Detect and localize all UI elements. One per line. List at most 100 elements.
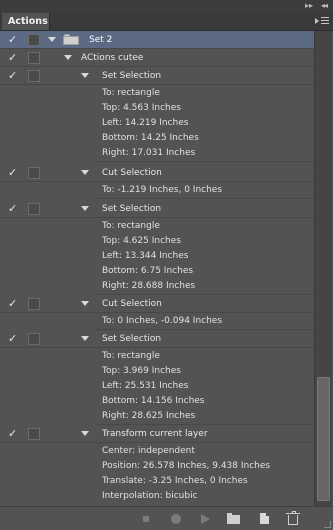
toggle-dialog-box[interactable] [28, 203, 40, 215]
action-step-row[interactable]: ✓ Set Selection [0, 67, 314, 85]
menu-arrow-icon [315, 18, 319, 24]
step-detail-text: Left: 13.344 Inches [102, 251, 189, 261]
play-icon[interactable] [198, 512, 212, 526]
panel-header-strip: ▸▸ ◂◂ [0, 0, 333, 13]
expand-triangle-icon[interactable] [81, 170, 89, 175]
menu-line-icon [321, 23, 329, 24]
toggle-dialog-box[interactable] [28, 52, 40, 64]
step-detail-text: Center: independent [102, 446, 195, 456]
expand-triangle-icon[interactable] [81, 206, 89, 211]
action-step-row[interactable]: ✓ Set Selection [0, 200, 314, 218]
action-set-row[interactable]: ✓ Set 2 [0, 31, 314, 49]
step-detail: To: rectangle [96, 219, 314, 234]
close-panel-icon[interactable]: ▸▸ [305, 1, 313, 10]
step-detail: To: rectangle [96, 86, 314, 101]
step-detail-text: Right: 28.625 Inches [102, 411, 196, 421]
step-detail: Top: 4.625 Inches [96, 234, 314, 249]
panel-menu-icon[interactable] [315, 15, 329, 27]
step-detail-text: Top: 4.563 Inches [102, 103, 181, 113]
expand-triangle-icon[interactable] [81, 73, 89, 78]
folder-icon [63, 34, 81, 45]
step-detail-text: Left: 25.531 Inches [102, 381, 189, 391]
step-detail-text: Translate: -3.25 Inches, 0 Inches [102, 476, 248, 486]
toggle-dialog-box[interactable] [28, 34, 40, 46]
step-detail-text: Top: 3.969 Inches [102, 366, 181, 376]
step-detail: Top: 4.563 Inches [96, 101, 314, 116]
expand-triangle-icon[interactable] [64, 55, 72, 60]
step-detail: Center: independent [96, 444, 314, 459]
expand-triangle-icon[interactable] [48, 37, 56, 42]
toggle-item-check-icon[interactable]: ✓ [8, 298, 20, 310]
step-detail: Left: 14.219 Inches [96, 116, 314, 131]
toggle-item-check-icon[interactable]: ✓ [8, 428, 20, 440]
step-detail: To: -1.219 Inches, 0 Inches [96, 183, 314, 199]
step-label: Cut Selection [102, 168, 162, 178]
scrollbar-thumb[interactable] [317, 377, 330, 501]
actions-list: ✓ Set 2 ✓ ACtions cutee ✓ Set Selection … [0, 31, 314, 506]
step-detail: Right: 28.625 Inches [96, 409, 314, 425]
step-detail-text: Right: 28.688 Inches [102, 281, 196, 291]
bottom-toolbar [0, 506, 333, 530]
step-label: Set Selection [102, 334, 162, 344]
stop-icon[interactable] [139, 512, 153, 526]
step-detail: Top: 3.969 Inches [96, 364, 314, 379]
step-detail: To: 0 Inches, -0.094 Inches [96, 314, 314, 330]
toggle-dialog-box[interactable] [28, 167, 40, 179]
tab-actions[interactable]: Actions [2, 13, 50, 30]
toggle-item-check-icon[interactable]: ✓ [8, 203, 20, 215]
new-action-icon[interactable] [258, 512, 272, 526]
step-label: Set Selection [102, 71, 162, 81]
toggle-dialog-box[interactable] [28, 428, 40, 440]
expand-triangle-icon[interactable] [81, 301, 89, 306]
resize-grip-icon[interactable] [324, 521, 331, 528]
step-label: Cut Selection [102, 299, 162, 309]
actions-panel: ▸▸ ◂◂ Actions ✓ Set 2 ✓ ACtions cutee ✓ … [0, 0, 333, 530]
step-detail-text: To: rectangle [102, 221, 160, 231]
action-step-row[interactable]: ✓ Cut Selection [0, 164, 314, 182]
toggle-item-check-icon[interactable]: ✓ [8, 34, 20, 46]
toggle-dialog-box[interactable] [28, 70, 40, 82]
step-label: Transform current layer [102, 429, 208, 439]
step-detail-text: Bottom: 14.156 Inches [102, 396, 205, 406]
step-detail: Position: 26.578 Inches, 9.438 Inches [96, 459, 314, 474]
action-label: ACtions cutee [81, 53, 144, 63]
action-step-row[interactable]: ✓ Transform current layer [0, 425, 314, 443]
toggle-dialog-box[interactable] [28, 298, 40, 310]
expand-triangle-icon[interactable] [81, 336, 89, 341]
step-detail: Right: 17.031 Inches [96, 146, 314, 162]
step-detail-text: To: rectangle [102, 88, 160, 98]
panel-tab-bar: Actions [0, 13, 333, 31]
step-detail: Interpolation: bicubic [96, 489, 314, 504]
step-label: Set Selection [102, 204, 162, 214]
vertical-scrollbar[interactable] [314, 31, 332, 506]
step-detail-text: To: -1.219 Inches, 0 Inches [102, 185, 223, 195]
menu-line-icon [321, 20, 329, 21]
toggle-item-check-icon[interactable]: ✓ [8, 167, 20, 179]
toggle-dialog-box[interactable] [28, 333, 40, 345]
step-detail: To: rectangle [96, 349, 314, 364]
step-detail-text: Bottom: 6.75 Inches [102, 266, 194, 276]
menu-line-icon [321, 17, 329, 18]
step-detail-text: Right: 17.031 Inches [102, 148, 196, 158]
delete-icon[interactable] [286, 511, 300, 526]
record-icon[interactable] [169, 512, 183, 526]
step-detail: Right: 28.688 Inches [96, 279, 314, 295]
step-detail-text: Left: 14.219 Inches [102, 118, 189, 128]
toggle-item-check-icon[interactable]: ✓ [8, 52, 20, 64]
step-detail: Bottom: 14.25 Inches [96, 131, 314, 146]
toggle-item-check-icon[interactable]: ✓ [8, 70, 20, 82]
step-detail: Translate: -3.25 Inches, 0 Inches [96, 474, 314, 489]
step-detail-text: Bottom: 14.25 Inches [102, 133, 199, 143]
step-detail-text: To: 0 Inches, -0.094 Inches [102, 316, 223, 326]
action-step-row[interactable]: ✓ Set Selection [0, 330, 314, 348]
action-step-row[interactable]: ✓ Cut Selection [0, 295, 314, 313]
step-detail: Left: 13.344 Inches [96, 249, 314, 264]
toggle-item-check-icon[interactable]: ✓ [8, 333, 20, 345]
step-detail-text: Position: 26.578 Inches, 9.438 Inches [102, 461, 271, 471]
expand-triangle-icon[interactable] [81, 431, 89, 436]
new-set-icon[interactable] [227, 512, 241, 526]
action-row[interactable]: ✓ ACtions cutee [0, 49, 314, 67]
step-detail-text: Top: 4.625 Inches [102, 236, 181, 246]
collapse-panel-icon[interactable]: ◂◂ [321, 1, 328, 10]
step-detail: Bottom: 6.75 Inches [96, 264, 314, 279]
